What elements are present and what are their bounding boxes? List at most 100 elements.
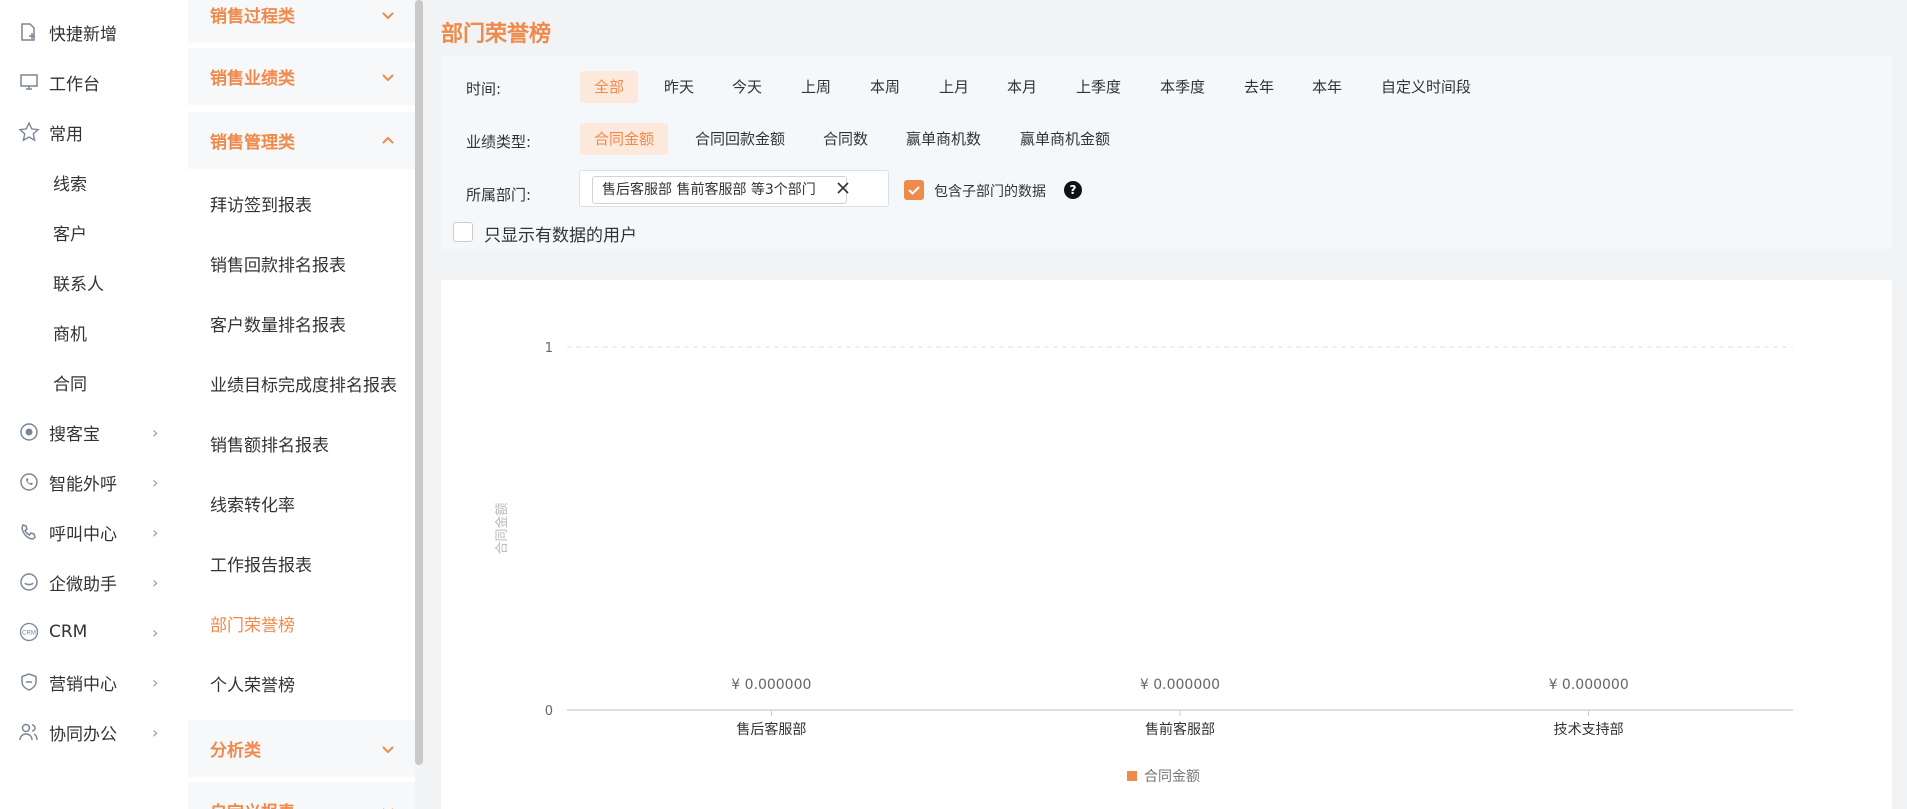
whatsapp-phone-icon	[18, 471, 40, 493]
include-subdepartments-label: 包含子部门的数据	[934, 184, 1046, 200]
wechat-work-icon	[18, 571, 40, 593]
nav-item-call-center[interactable]: 呼叫中心 ›	[0, 512, 188, 552]
menu-item-label: 工作报告报表	[210, 555, 312, 576]
menu-item-payment-ranking-report[interactable]: 销售回款排名报表	[188, 235, 415, 291]
time-option-custom-range[interactable]: 自定义时间段	[1367, 71, 1485, 103]
category-sales-management[interactable]: 销售管理类	[188, 112, 415, 169]
chevron-right-icon: ›	[152, 472, 159, 492]
category-label: 销售过程类	[210, 7, 295, 27]
nav-item-collaboration[interactable]: 协同办公 ›	[0, 712, 188, 752]
menu-item-label: 业绩目标完成度排名报表	[210, 375, 397, 396]
menu-item-label: 个人荣誉榜	[210, 675, 295, 696]
category-label: 分析类	[210, 741, 261, 761]
nav-item-wechat-work-assistant[interactable]: 企微助手 ›	[0, 562, 188, 602]
menu-item-visit-checkin-report[interactable]: 拜访签到报表	[188, 175, 415, 231]
nav-item-soukebao[interactable]: 搜客宝 ›	[0, 412, 188, 452]
type-option-contract-amount[interactable]: 合同金额	[580, 123, 669, 155]
category-custom-reports[interactable]: 自定义报表	[188, 782, 415, 809]
nav-item-opportunities[interactable]: 商机	[0, 312, 188, 352]
nav-item-label: 线索	[53, 174, 87, 195]
nav-item-label: 营销中心	[49, 674, 117, 695]
chevron-right-icon: ›	[152, 422, 159, 442]
nav-item-marketing-center[interactable]: 营销中心 ›	[0, 662, 188, 702]
nav-item-common[interactable]: 常用	[0, 112, 188, 152]
nav-item-leads[interactable]: 线索	[0, 162, 188, 202]
nav-item-contacts[interactable]: 联系人	[0, 262, 188, 302]
nav-item-label: 智能外呼	[49, 474, 117, 495]
category-sales-performance[interactable]: 销售业绩类	[188, 48, 415, 105]
chevron-down-icon	[382, 73, 394, 81]
include-subdepartments-checkbox[interactable]	[904, 180, 924, 200]
nav-item-label: 协同办公	[49, 724, 117, 745]
time-option-last-week[interactable]: 上周	[787, 71, 845, 103]
menu-item-label: 客户数量排名报表	[210, 315, 346, 336]
menu-item-sales-ranking-report[interactable]: 销售额排名报表	[188, 415, 415, 471]
data-label: ¥ 0.000000	[731, 677, 811, 693]
type-option-won-opportunity-amount[interactable]: 赢单商机金额	[1006, 123, 1124, 155]
time-option-last-month[interactable]: 上月	[925, 71, 983, 103]
data-label: ¥ 0.000000	[1140, 677, 1220, 693]
chevron-right-icon: ›	[152, 622, 159, 642]
category-analysis[interactable]: 分析类	[188, 720, 415, 777]
data-label: ¥ 0.000000	[1549, 677, 1629, 693]
nav-item-smart-outbound[interactable]: 智能外呼 ›	[0, 462, 188, 502]
category-label: 自定义报表	[210, 798, 295, 809]
category-label: 销售管理类	[210, 133, 295, 153]
nav-item-crm[interactable]: CRM CRM ›	[0, 612, 188, 652]
menu-item-label: 销售额排名报表	[210, 435, 329, 456]
menu-scrollbar[interactable]	[415, 0, 423, 765]
type-option-contract-payment-amount[interactable]: 合同回款金额	[681, 123, 799, 155]
time-option-yesterday[interactable]: 昨天	[650, 71, 708, 103]
menu-item-target-completion-ranking-report[interactable]: 业绩目标完成度排名报表	[188, 355, 415, 411]
nav-item-label: CRM	[49, 622, 88, 642]
only-users-with-data-checkbox[interactable]	[453, 222, 473, 242]
close-icon[interactable]	[833, 178, 853, 198]
y-tick-label: 0	[545, 704, 553, 719]
type-option-contract-count[interactable]: 合同数	[809, 123, 882, 155]
nav-item-customers[interactable]: 客户	[0, 212, 188, 252]
nav-item-contracts[interactable]: 合同	[0, 362, 188, 402]
menu-item-customer-count-ranking-report[interactable]: 客户数量排名报表	[188, 295, 415, 351]
crm-icon: CRM	[18, 621, 40, 643]
left-navigation: 快捷新增 工作台 常用 线索 客户 联系人 商机 合同 搜客宝 › 智能外呼 ›…	[0, 0, 188, 809]
time-option-this-month[interactable]: 本月	[993, 71, 1051, 103]
x-tick-label: 售前客服部	[1145, 721, 1215, 738]
time-option-today[interactable]: 今天	[718, 71, 776, 103]
nav-item-label: 工作台	[49, 74, 100, 95]
menu-item-personal-honor-roll[interactable]: 个人荣誉榜	[188, 655, 415, 711]
time-option-this-quarter[interactable]: 本季度	[1146, 71, 1219, 103]
time-option-last-year[interactable]: 去年	[1230, 71, 1288, 103]
report-menu: 销售过程类 销售业绩类 销售管理类 拜访签到报表 销售回款排名报表 客户数量排名…	[188, 0, 415, 809]
nav-item-label: 常用	[49, 124, 83, 145]
svg-text:CRM: CRM	[22, 631, 36, 637]
chevron-down-icon	[382, 11, 394, 19]
nav-item-quick-add[interactable]: 快捷新增	[0, 12, 188, 52]
category-label: 销售业绩类	[210, 69, 295, 89]
users-icon	[18, 721, 40, 743]
menu-item-label: 拜访签到报表	[210, 195, 312, 216]
department-honor-bar-chart: 0 1 合同金额 ¥ 0.000000 售后客服部 ¥ 0.000000 售前客服部 ¥ 0.…	[494, 341, 1793, 785]
time-option-last-quarter[interactable]: 上季度	[1062, 71, 1135, 103]
help-icon[interactable]: ?	[1064, 181, 1082, 199]
time-filter-label: 时间:	[466, 80, 502, 98]
chevron-down-icon	[382, 745, 394, 753]
time-option-this-year[interactable]: 本年	[1298, 71, 1356, 103]
menu-item-department-honor-roll[interactable]: 部门荣誉榜	[188, 595, 415, 651]
chevron-right-icon: ›	[152, 672, 159, 692]
add-file-icon	[18, 21, 40, 43]
star-icon	[18, 121, 40, 143]
time-option-this-week[interactable]: 本周	[856, 71, 914, 103]
type-filter-label: 业绩类型:	[466, 133, 532, 151]
category-sales-process[interactable]: 销售过程类	[188, 0, 415, 43]
nav-item-label: 企微助手	[49, 574, 117, 595]
menu-item-label: 线索转化率	[210, 495, 295, 516]
time-option-all[interactable]: 全部	[580, 71, 639, 103]
nav-item-label: 商机	[53, 324, 87, 345]
only-users-with-data-label: 只显示有数据的用户	[484, 226, 637, 246]
type-option-won-opportunity-count[interactable]: 赢单商机数	[892, 123, 995, 155]
nav-item-label: 快捷新增	[49, 24, 117, 45]
nav-item-workbench[interactable]: 工作台	[0, 62, 188, 102]
menu-item-lead-conversion-rate[interactable]: 线索转化率	[188, 475, 415, 531]
menu-item-work-report[interactable]: 工作报告报表	[188, 535, 415, 591]
chevron-right-icon: ›	[152, 572, 159, 592]
